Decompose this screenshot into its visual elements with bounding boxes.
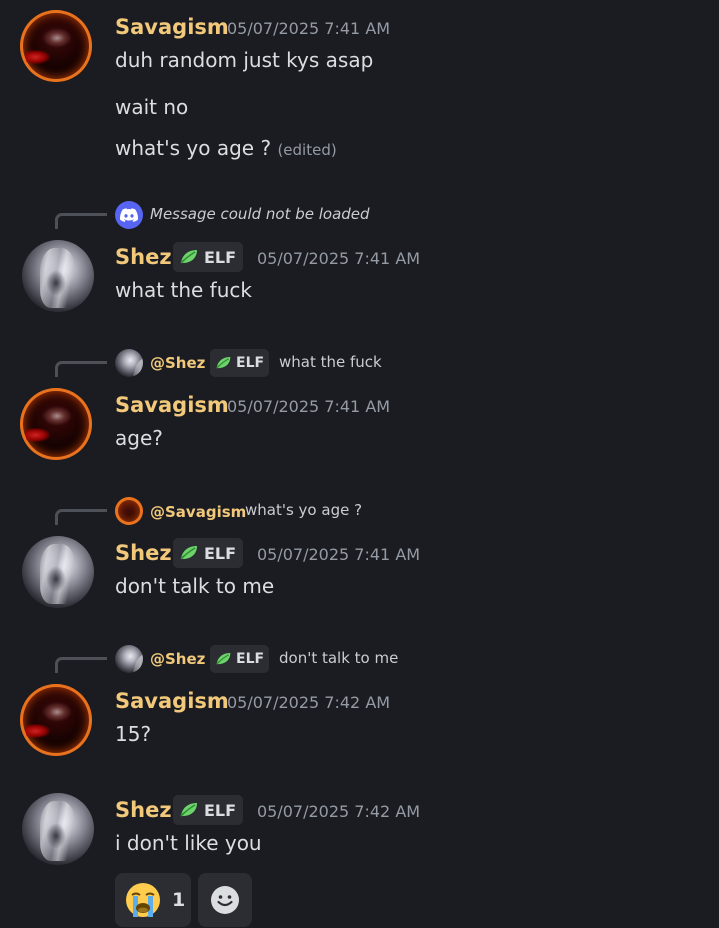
guild-tag-label: ELF: [236, 651, 265, 667]
reply-avatar-shez[interactable]: [115, 645, 143, 673]
message-timestamp: 05/07/2025 7:41 AM: [227, 19, 391, 38]
reply-preview-text[interactable]: don't talk to me: [279, 648, 398, 668]
reply-preview-text[interactable]: what's yo age ?: [245, 500, 362, 520]
username-savagism[interactable]: Savagism: [115, 14, 229, 40]
leaf-icon: [215, 652, 232, 666]
message-timestamp: 05/07/2025 7:41 AM: [227, 397, 391, 416]
reply-spine: [55, 657, 107, 673]
message-text: i don't like you: [115, 831, 262, 855]
username-savagism[interactable]: Savagism: [115, 688, 229, 714]
avatar-savagism[interactable]: [20, 684, 92, 756]
guild-tag-badge[interactable]: ELF: [210, 349, 270, 377]
guild-tag-label: ELF: [204, 800, 237, 820]
reply-avatar-shez[interactable]: [115, 349, 143, 377]
message-timestamp: 05/07/2025 7:42 AM: [257, 802, 421, 821]
reply-spine: [55, 361, 107, 377]
avatar-shez[interactable]: [22, 793, 94, 865]
smiley-face-icon: [211, 886, 239, 914]
message-text: what the fuck: [115, 278, 252, 302]
username-shez[interactable]: Shez: [115, 797, 172, 823]
message-timestamp: 05/07/2025 7:41 AM: [257, 249, 421, 268]
edited-indicator: (edited): [277, 141, 337, 159]
reply-mention[interactable]: @Shez: [150, 649, 205, 669]
crying-face-icon: [126, 883, 160, 917]
username-savagism[interactable]: Savagism: [115, 392, 229, 418]
guild-tag-badge[interactable]: ELF: [173, 538, 244, 568]
message-text: duh random just kys asap: [115, 48, 374, 72]
username-shez[interactable]: Shez: [115, 244, 172, 270]
guild-tag-badge[interactable]: ELF: [210, 645, 270, 673]
guild-tag-label: ELF: [236, 355, 265, 371]
reaction-count: 1: [172, 889, 186, 911]
reply-spine: [55, 213, 107, 229]
reply-preview-text[interactable]: Message could not be loaded: [150, 204, 370, 224]
add-reaction-button[interactable]: [198, 873, 252, 927]
message-text: age?: [115, 426, 163, 450]
reaction-crying-face[interactable]: 1: [115, 873, 191, 927]
reply-avatar-savagism[interactable]: [115, 497, 143, 525]
guild-tag-badge[interactable]: ELF: [173, 242, 244, 272]
leaf-icon: [179, 249, 199, 265]
avatar-savagism[interactable]: [20, 388, 92, 460]
message-timestamp: 05/07/2025 7:42 AM: [227, 693, 391, 712]
avatar-shez[interactable]: [22, 240, 94, 312]
reply-mention[interactable]: @Shez: [150, 353, 205, 373]
avatar-shez[interactable]: [22, 536, 94, 608]
reply-mention[interactable]: @Savagism: [150, 502, 246, 522]
reply-spine: [55, 509, 107, 525]
reply-preview-text[interactable]: what the fuck: [279, 352, 382, 372]
message-text: 15?: [115, 722, 152, 746]
guild-tag-label: ELF: [204, 247, 237, 267]
message-text: wait no: [115, 95, 189, 119]
avatar-savagism[interactable]: [20, 10, 92, 82]
message-timestamp: 05/07/2025 7:41 AM: [257, 545, 421, 564]
guild-tag-badge[interactable]: ELF: [173, 795, 244, 825]
message-text: what's yo age ?: [115, 136, 272, 160]
leaf-icon: [215, 356, 232, 370]
guild-tag-label: ELF: [204, 543, 237, 563]
leaf-icon: [179, 545, 199, 561]
message-text: don't talk to me: [115, 574, 275, 598]
discord-logo-icon: [115, 201, 143, 229]
username-shez[interactable]: Shez: [115, 540, 172, 566]
message-text-edited: what's yo age ? (edited): [115, 135, 337, 163]
leaf-icon: [179, 802, 199, 818]
